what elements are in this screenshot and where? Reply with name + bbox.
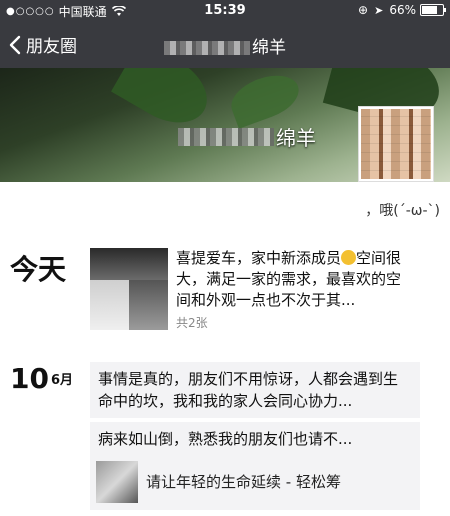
photo-thumb-row [90,280,168,330]
rotation-lock-icon: ⊕ [358,3,369,17]
text-post[interactable]: 事情是真的，朋友们不用惊讶，人都会遇到生命中的坎，我和我的家人会同心协力... [90,362,420,418]
photo-thumb [90,248,168,280]
profile-name-text: 绵羊 [276,126,316,150]
battery-icon [420,4,446,16]
post-text[interactable]: 喜提爱车，家中新添成员 空间很大，满足一家的需求，最喜欢的空间和外观一点也不次于其… [176,248,412,311]
photo-thumb [90,280,129,330]
date-label: 10 6月 [10,362,73,395]
photo-thumb [129,280,168,330]
battery-percent: 66% [389,3,416,17]
shared-link[interactable]: 请让年轻的生命延续 - 轻松筹 [96,460,412,504]
date-day: 10 [10,362,49,395]
share-post-text: 病来如山倒，熟悉我的朋友们也请不... [98,430,353,448]
photo-count: 共2张 [176,316,208,330]
page-title: 绵羊 [0,33,450,58]
post-thumbnail[interactable] [90,248,168,330]
page-title-text: 绵羊 [252,38,286,58]
date-label-today: 今天 [10,253,67,286]
avatar[interactable] [358,106,434,182]
profile-signature: ，哦(´-ω-`) [365,203,440,219]
profile-name: 绵羊 [178,122,316,151]
status-right: ⊕ ➤ 66% [358,3,446,17]
link-title: 请让年轻的生命延续 - 轻松筹 [146,473,341,491]
date-month: 6月 [50,373,74,388]
blurred-name [178,127,274,146]
nav-bar: 朋友圈 绵羊 [0,22,450,68]
grin-emoji-icon [341,250,357,265]
avatar-image [361,109,431,179]
leaf-decoration [225,68,305,129]
share-post[interactable]: 病来如山倒，熟悉我的朋友们也请不... 请让年轻的生命延续 - 轻松筹 [90,422,420,510]
location-arrow-icon: ➤ [374,3,384,17]
link-thumbnail [96,461,138,503]
status-bar: ●○○○○ 中国联通 15:39 ⊕ ➤ 66% [0,0,450,22]
battery-fill [422,6,437,14]
post-text-part: 喜提爱车，家中新添成员 [176,249,342,267]
blurred-name [164,41,250,55]
